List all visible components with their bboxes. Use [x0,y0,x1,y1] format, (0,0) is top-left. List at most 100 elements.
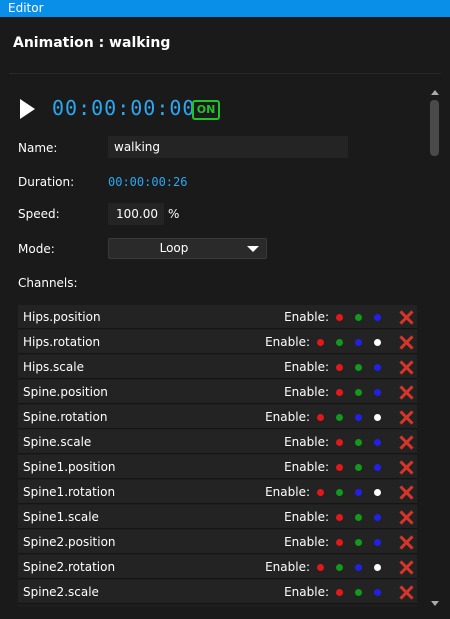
z-axis-toggle[interactable] [374,539,381,546]
x-axis-toggle[interactable] [336,364,343,371]
y-axis-toggle[interactable] [355,514,362,521]
w-axis-toggle[interactable] [374,414,381,421]
y-axis-toggle[interactable] [355,539,362,546]
y-axis-toggle[interactable] [336,339,343,346]
channel-row[interactable]: Spine1.position Enable: [18,455,417,479]
z-axis-toggle[interactable] [374,364,381,371]
enable-label: Enable: [265,560,310,574]
x-axis-toggle[interactable] [336,464,343,471]
delete-icon[interactable] [399,485,413,499]
page-title: Animation : walking [13,35,171,51]
enable-label: Enable: [265,410,310,424]
channel-name: Spine2.position [23,535,116,549]
channel-name: Hips.position [23,310,101,324]
channel-name: Spine2.rotation [23,560,116,574]
y-axis-toggle[interactable] [355,364,362,371]
z-axis-toggle[interactable] [374,464,381,471]
channel-name: Hips.scale [23,360,84,374]
y-axis-toggle[interactable] [355,439,362,446]
w-axis-toggle[interactable] [374,564,381,571]
channel-name: Spine2.scale [23,585,99,599]
channel-name: Spine.scale [23,435,92,449]
speed-field[interactable]: 100.00 [108,203,164,225]
channel-name: Hips.rotation [23,335,101,349]
delete-icon[interactable] [399,435,413,449]
x-axis-toggle[interactable] [317,564,324,571]
x-axis-toggle[interactable] [336,589,343,596]
channel-row[interactable]: Spine.rotation Enable: [18,405,417,429]
z-axis-toggle[interactable] [355,564,362,571]
channel-row[interactable]: Hips.scale Enable: [18,355,417,379]
channel-row[interactable]: Spine1.scale Enable: [18,505,417,529]
delete-icon[interactable] [399,460,413,474]
mode-value: Loop [159,241,189,255]
channel-row[interactable]: Hips.rotation Enable: [18,330,417,354]
y-axis-toggle[interactable] [355,314,362,321]
delete-icon[interactable] [399,360,413,374]
duration-value: 00:00:00:26 [108,175,188,189]
scrollbar[interactable] [428,88,441,610]
x-axis-toggle[interactable] [336,439,343,446]
channel-row[interactable]: Spine.scale Enable: [18,430,417,454]
x-axis-toggle[interactable] [336,389,343,396]
z-axis-toggle[interactable] [374,514,381,521]
delete-icon[interactable] [399,385,413,399]
y-axis-toggle[interactable] [336,414,343,421]
delete-icon[interactable] [399,410,413,424]
channel-row[interactable]: Hips.position Enable: [18,305,417,329]
y-axis-toggle[interactable] [336,489,343,496]
mode-select[interactable]: Loop [108,238,267,259]
y-axis-toggle[interactable] [355,389,362,396]
z-axis-toggle[interactable] [374,439,381,446]
enable-label: Enable: [284,435,329,449]
channel-row[interactable]: Spine1.rotation Enable: [18,480,417,504]
channel-list: Hips.position Enable: Hips.rotation Enable:… [18,305,417,607]
name-label: Name: [18,141,58,155]
x-axis-toggle[interactable] [317,339,324,346]
y-axis-toggle[interactable] [355,589,362,596]
channel-row[interactable]: Spine2.scale Enable: [18,580,417,604]
enable-label: Enable: [284,585,329,599]
delete-icon[interactable] [399,335,413,349]
channel-row[interactable]: Spine.position Enable: [18,380,417,404]
x-axis-toggle[interactable] [317,414,324,421]
x-axis-toggle[interactable] [336,514,343,521]
name-field[interactable]: walking [108,136,348,158]
z-axis-toggle[interactable] [355,339,362,346]
play-icon[interactable] [20,99,35,119]
divider [9,73,441,74]
y-axis-toggle[interactable] [355,464,362,471]
enable-label: Enable: [284,360,329,374]
delete-icon[interactable] [399,560,413,574]
z-axis-toggle[interactable] [374,314,381,321]
on-toggle[interactable]: ON [192,100,220,120]
x-axis-toggle[interactable] [317,489,324,496]
z-axis-toggle[interactable] [374,389,381,396]
channel-row[interactable]: Spine2.rotation Enable: [18,555,417,579]
scroll-up-icon[interactable] [431,90,439,95]
channels-label: Channels: [18,276,78,290]
enable-label: Enable: [284,535,329,549]
timecode-display: 00:00:00:00 [52,96,196,120]
channel-name: Spine1.rotation [23,485,116,499]
scroll-down-icon[interactable] [431,601,439,606]
delete-icon[interactable] [399,535,413,549]
z-axis-toggle[interactable] [355,489,362,496]
y-axis-toggle[interactable] [336,564,343,571]
scrollbar-thumb[interactable] [430,100,439,156]
channel-name: Spine.position [23,385,108,399]
channel-name: Spine1.position [23,460,116,474]
w-axis-toggle[interactable] [374,489,381,496]
delete-icon[interactable] [399,585,413,599]
speed-label: Speed: [18,207,60,221]
x-axis-toggle[interactable] [336,539,343,546]
delete-icon[interactable] [399,510,413,524]
x-axis-toggle[interactable] [336,314,343,321]
enable-label: Enable: [284,385,329,399]
channel-row[interactable]: Spine2.position Enable: [18,530,417,554]
mode-label: Mode: [18,242,55,256]
z-axis-toggle[interactable] [374,589,381,596]
w-axis-toggle[interactable] [374,339,381,346]
z-axis-toggle[interactable] [355,414,362,421]
delete-icon[interactable] [399,310,413,324]
